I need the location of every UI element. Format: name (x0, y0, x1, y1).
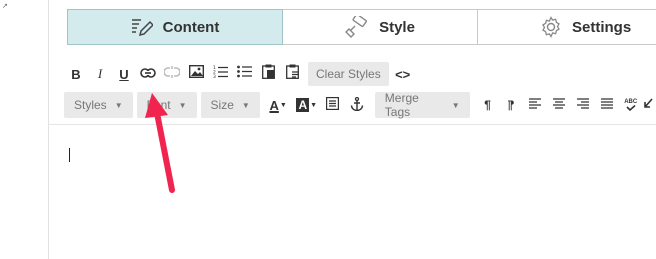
corner-mark: ↗ (2, 3, 8, 10)
editor-panel: ↗ Content Style Settings B I U 1 2 3 Cle… (0, 0, 656, 259)
italic-button[interactable]: I (88, 62, 112, 86)
chevron-down-icon: ▼ (279, 101, 287, 109)
font-label: Font (146, 98, 171, 112)
gear-icon (540, 16, 562, 38)
tab-bar: Content Style Settings (67, 9, 656, 45)
background-color-icon: A (296, 98, 310, 112)
image-button[interactable] (184, 62, 208, 86)
text-color-icon: A (269, 97, 279, 113)
spellcheck-icon: ABC (624, 99, 637, 111)
chevron-down-icon: ▼ (241, 100, 250, 110)
paint-roller-icon (345, 16, 369, 38)
toolbar-row-2: Styles ▼ Font ▼ Size ▼ A ▼ A ▼ Merge Tag… (64, 91, 656, 119)
text-color-button[interactable]: A ▼ (264, 92, 293, 118)
paste-plain-button[interactable] (280, 62, 304, 86)
align-left-button[interactable] (523, 92, 547, 118)
merge-tags-dropdown[interactable]: Merge Tags ▼ (374, 91, 470, 119)
table-lines-icon (326, 97, 340, 113)
link-button[interactable] (136, 62, 160, 86)
undo-arrow-icon (643, 97, 653, 113)
align-center-icon (553, 98, 566, 112)
styles-dropdown[interactable]: Styles ▼ (64, 92, 133, 118)
align-left-icon (529, 98, 542, 112)
image-icon (188, 64, 204, 83)
numbered-list-button[interactable]: 123 (208, 62, 232, 86)
chevron-down-icon: ▼ (451, 100, 460, 110)
bold-button[interactable]: B (64, 62, 88, 86)
background-color-button[interactable]: A ▼ (292, 92, 321, 118)
font-dropdown[interactable]: Font ▼ (136, 92, 197, 118)
align-justify-icon (600, 98, 613, 112)
toolbar-row-1: B I U 123 Clear Styles <> (64, 62, 415, 86)
unlink-button[interactable] (160, 62, 184, 86)
clear-styles-button[interactable]: Clear Styles (308, 62, 389, 86)
tab-content-label: Content (162, 18, 220, 36)
tab-style-label: Style (379, 18, 415, 36)
paste-button[interactable] (256, 62, 280, 86)
bulleted-list-button[interactable] (232, 62, 256, 86)
align-center-button[interactable] (547, 92, 571, 118)
editor-body[interactable] (49, 125, 656, 259)
anchor-button[interactable] (345, 92, 369, 118)
tab-content[interactable]: Content (67, 9, 283, 45)
spellcheck-button[interactable]: ABC (619, 92, 643, 118)
size-dropdown[interactable]: Size ▼ (200, 92, 260, 118)
size-label: Size (210, 98, 234, 112)
horizontal-rule-button[interactable] (321, 92, 345, 118)
link-icon (140, 65, 156, 83)
align-right-button[interactable] (571, 92, 595, 118)
tab-settings-label: Settings (572, 18, 632, 36)
merge-tags-label: Merge Tags (384, 91, 419, 119)
bulleted-list-icon (236, 65, 252, 83)
clipboard-icon (261, 64, 275, 84)
rtl-paragraph-button[interactable]: ¶ (499, 92, 523, 118)
ltr-paragraph-button[interactable]: ¶ (476, 92, 500, 118)
justify-button[interactable] (595, 92, 619, 118)
underline-button[interactable]: U (112, 62, 136, 86)
tab-style[interactable]: Style (283, 9, 478, 45)
tab-settings[interactable]: Settings (478, 9, 656, 45)
anchor-icon (350, 96, 364, 114)
align-right-icon (576, 98, 589, 112)
svg-text:3: 3 (213, 74, 216, 78)
chevron-down-icon: ▼ (114, 100, 123, 110)
chevron-down-icon: ▼ (310, 101, 318, 109)
text-cursor (69, 148, 70, 162)
chevron-down-icon: ▼ (178, 100, 187, 110)
unlink-icon (163, 65, 181, 83)
undo-button[interactable] (643, 92, 656, 118)
numbered-list-icon: 123 (213, 65, 228, 83)
styles-label: Styles (74, 98, 107, 112)
paste-text-icon (285, 64, 299, 84)
content-pen-icon (131, 17, 153, 37)
source-code-button[interactable]: <> (391, 62, 415, 86)
